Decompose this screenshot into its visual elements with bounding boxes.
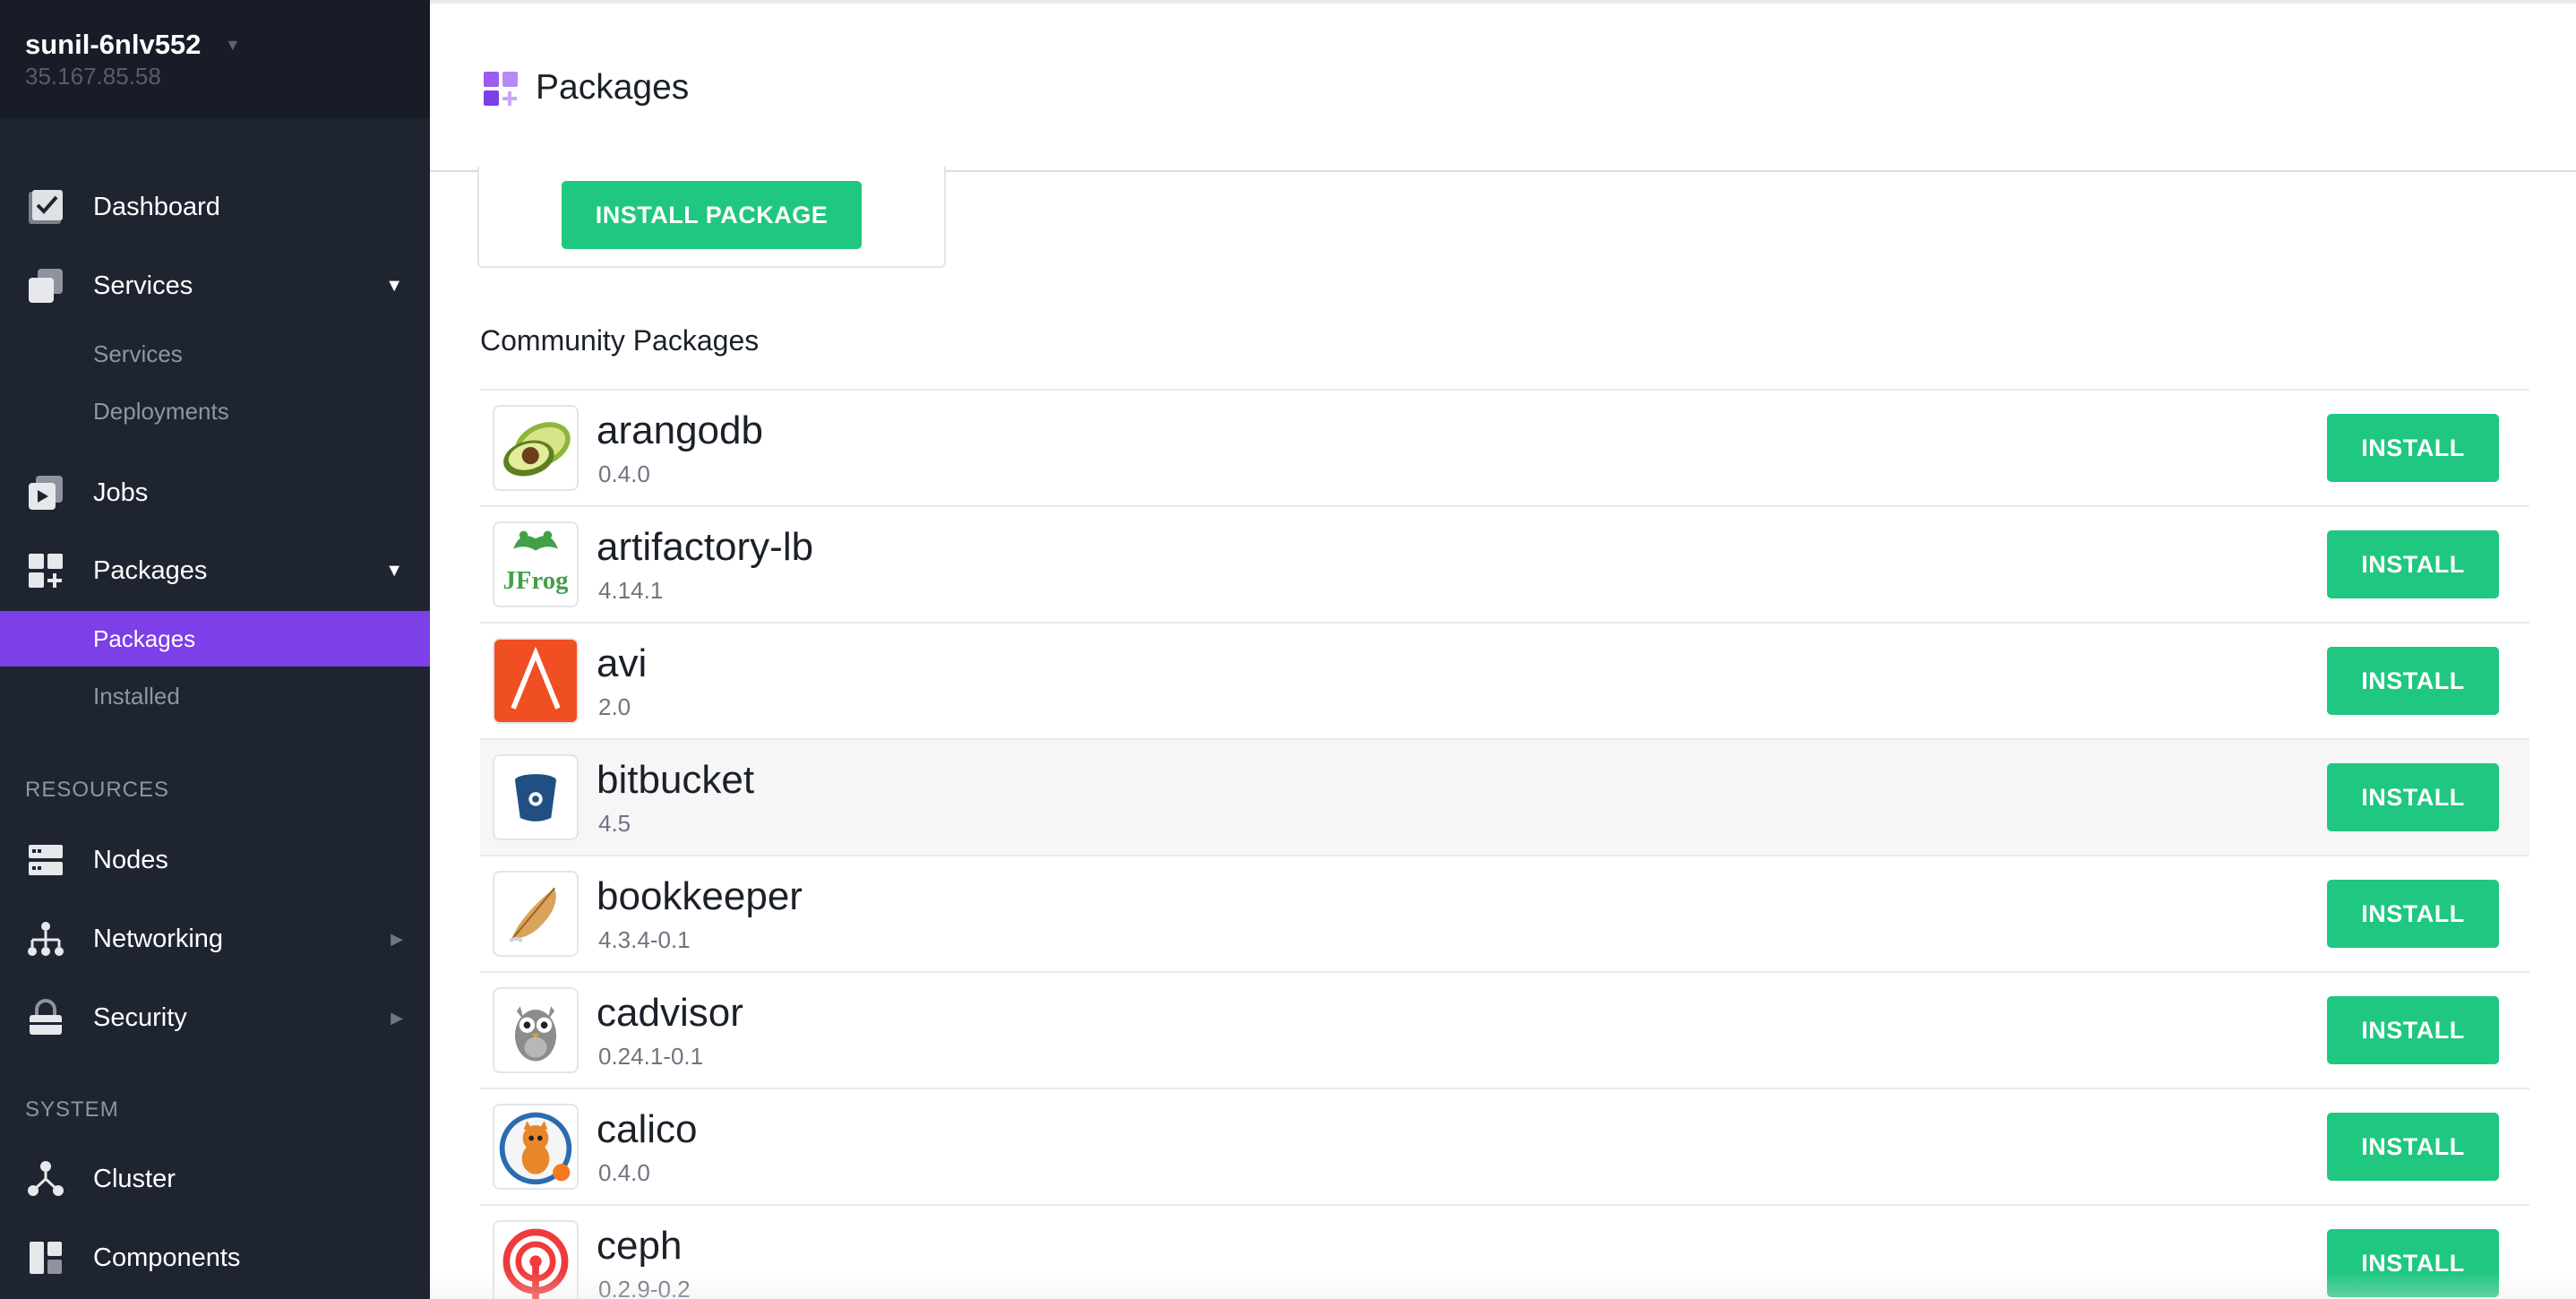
package-row-artifactory-lb[interactable]: JFrog artifactory-lb 4.14.1 INSTALL bbox=[480, 505, 2529, 622]
avi-icon bbox=[493, 638, 579, 724]
caret-down-icon: ▼ bbox=[385, 275, 403, 296]
install-button[interactable]: INSTALL bbox=[2327, 647, 2499, 715]
nodes-icon bbox=[29, 845, 63, 875]
install-button[interactable]: INSTALL bbox=[2327, 996, 2499, 1064]
sidebar: sunil-6nlv552 ▼ 35.167.85.58 Dashboard S… bbox=[0, 0, 430, 1299]
package-row-cadvisor[interactable]: cadvisor 0.24.1-0.1 INSTALL bbox=[480, 971, 2529, 1088]
install-button[interactable]: INSTALL bbox=[2327, 1229, 2499, 1297]
bitbucket-icon bbox=[493, 754, 579, 840]
package-name: calico bbox=[597, 1107, 698, 1151]
package-version: 0.2.9-0.2 bbox=[598, 1276, 691, 1299]
networking-icon bbox=[28, 922, 64, 956]
svg-text:JFrog: JFrog bbox=[503, 566, 570, 595]
sidebar-subitem-label: Installed bbox=[93, 682, 180, 710]
sidebar-item-cluster[interactable]: Cluster bbox=[0, 1150, 430, 1208]
package-version: 4.3.4-0.1 bbox=[598, 926, 691, 953]
page-header: Packages bbox=[430, 4, 2576, 172]
package-version: 0.4.0 bbox=[598, 1159, 650, 1186]
chevron-right-icon: ▶ bbox=[391, 929, 403, 948]
install-button[interactable]: INSTALL bbox=[2327, 880, 2499, 948]
install-button[interactable]: INSTALL bbox=[2327, 763, 2499, 831]
package-row-avi[interactable]: avi 2.0 INSTALL bbox=[480, 622, 2529, 738]
install-button[interactable]: INSTALL bbox=[2327, 414, 2499, 482]
community-packages-heading: Community Packages bbox=[480, 324, 760, 357]
sidebar-item-label: Services bbox=[93, 271, 193, 300]
sidebar-item-label: Cluster bbox=[93, 1164, 176, 1193]
sidebar-subitem-packages[interactable]: Packages bbox=[0, 611, 430, 667]
sidebar-item-label: Nodes bbox=[93, 845, 168, 874]
sidebar-subitem-label: Deployments bbox=[93, 397, 229, 425]
package-name: arangodb bbox=[597, 409, 763, 452]
package-name: ceph bbox=[597, 1224, 683, 1268]
owl-icon bbox=[493, 987, 579, 1073]
sidebar-item-security[interactable]: Security ▶ bbox=[0, 989, 430, 1046]
services-icon bbox=[29, 269, 63, 303]
cluster-switcher[interactable]: sunil-6nlv552 ▼ 35.167.85.58 bbox=[0, 0, 430, 118]
package-name: avi bbox=[597, 641, 648, 685]
package-row-bookkeeper[interactable]: bookkeeper 4.3.4-0.1 INSTALL bbox=[480, 855, 2529, 971]
cluster-name: sunil-6nlv552 bbox=[25, 29, 202, 60]
cat-icon bbox=[493, 1104, 579, 1190]
package-name: cadvisor bbox=[597, 991, 743, 1035]
page-title: Packages bbox=[536, 68, 690, 107]
sidebar-subitem-services[interactable]: Services bbox=[0, 326, 430, 382]
package-row-arangodb[interactable]: arangodb 0.4.0 INSTALL bbox=[480, 389, 2529, 505]
caret-down-icon: ▼ bbox=[385, 560, 403, 581]
sidebar-section-system: SYSTEM bbox=[25, 1097, 119, 1122]
package-version: 2.0 bbox=[598, 693, 631, 720]
sidebar-item-label: Networking bbox=[93, 924, 224, 953]
components-icon bbox=[30, 1242, 62, 1274]
package-version: 0.24.1-0.1 bbox=[598, 1043, 704, 1070]
caret-down-icon: ▼ bbox=[224, 36, 241, 54]
package-list: arangodb 0.4.0 INSTALL JFrog artifactory… bbox=[480, 389, 2529, 1299]
sidebar-item-label: Packages bbox=[93, 555, 208, 585]
cluster-icon bbox=[28, 1161, 64, 1196]
sidebar-item-jobs[interactable]: Jobs bbox=[0, 464, 430, 521]
package-name: artifactory-lb bbox=[597, 525, 814, 569]
ceph-icon bbox=[493, 1220, 579, 1299]
package-version: 4.5 bbox=[598, 810, 631, 837]
package-row-calico[interactable]: calico 0.4.0 INSTALL bbox=[480, 1088, 2529, 1204]
install-button[interactable]: INSTALL bbox=[2327, 530, 2499, 598]
sidebar-item-label: Security bbox=[93, 1002, 187, 1032]
sidebar-item-label: Jobs bbox=[93, 477, 149, 507]
avocado-icon bbox=[493, 405, 579, 491]
sidebar-item-services[interactable]: Services ▼ bbox=[0, 257, 430, 314]
package-version: 0.4.0 bbox=[598, 460, 650, 487]
sidebar-item-components[interactable]: Components bbox=[0, 1229, 430, 1286]
jfrog-icon: JFrog bbox=[493, 521, 579, 607]
sidebar-item-label: Components bbox=[93, 1243, 241, 1272]
lock-icon bbox=[30, 999, 62, 1035]
package-name: bitbucket bbox=[597, 758, 755, 802]
sidebar-subitem-deployments[interactable]: Deployments bbox=[0, 383, 430, 439]
sidebar-subitem-label: Packages bbox=[93, 624, 196, 652]
sidebar-item-packages[interactable]: Packages ▼ bbox=[0, 542, 430, 599]
install-button[interactable]: INSTALL bbox=[2327, 1113, 2499, 1181]
cluster-ip: 35.167.85.58 bbox=[25, 63, 161, 90]
feather-icon bbox=[493, 871, 579, 957]
sidebar-subitem-label: Services bbox=[93, 340, 183, 367]
chevron-right-icon: ▶ bbox=[391, 1008, 403, 1027]
package-name: bookkeeper bbox=[597, 874, 803, 918]
sidebar-item-dashboard[interactable]: Dashboard bbox=[0, 178, 430, 236]
packages-icon bbox=[29, 554, 63, 588]
sidebar-item-label: Dashboard bbox=[93, 192, 220, 221]
sidebar-subitem-installed[interactable]: Installed bbox=[0, 668, 430, 724]
install-package-button[interactable]: INSTALL PACKAGE bbox=[562, 181, 862, 249]
dashboard-icon bbox=[29, 190, 63, 224]
package-version: 4.14.1 bbox=[598, 577, 664, 604]
package-row-bitbucket[interactable]: bitbucket 4.5 INSTALL bbox=[480, 738, 2529, 855]
packages-icon bbox=[484, 72, 518, 106]
sidebar-section-resources: RESOURCES bbox=[25, 778, 170, 802]
package-row-ceph[interactable]: ceph 0.2.9-0.2 INSTALL bbox=[480, 1204, 2529, 1299]
sidebar-item-nodes[interactable]: Nodes bbox=[0, 831, 430, 889]
jobs-icon bbox=[29, 476, 63, 510]
sidebar-item-networking[interactable]: Networking ▶ bbox=[0, 910, 430, 968]
